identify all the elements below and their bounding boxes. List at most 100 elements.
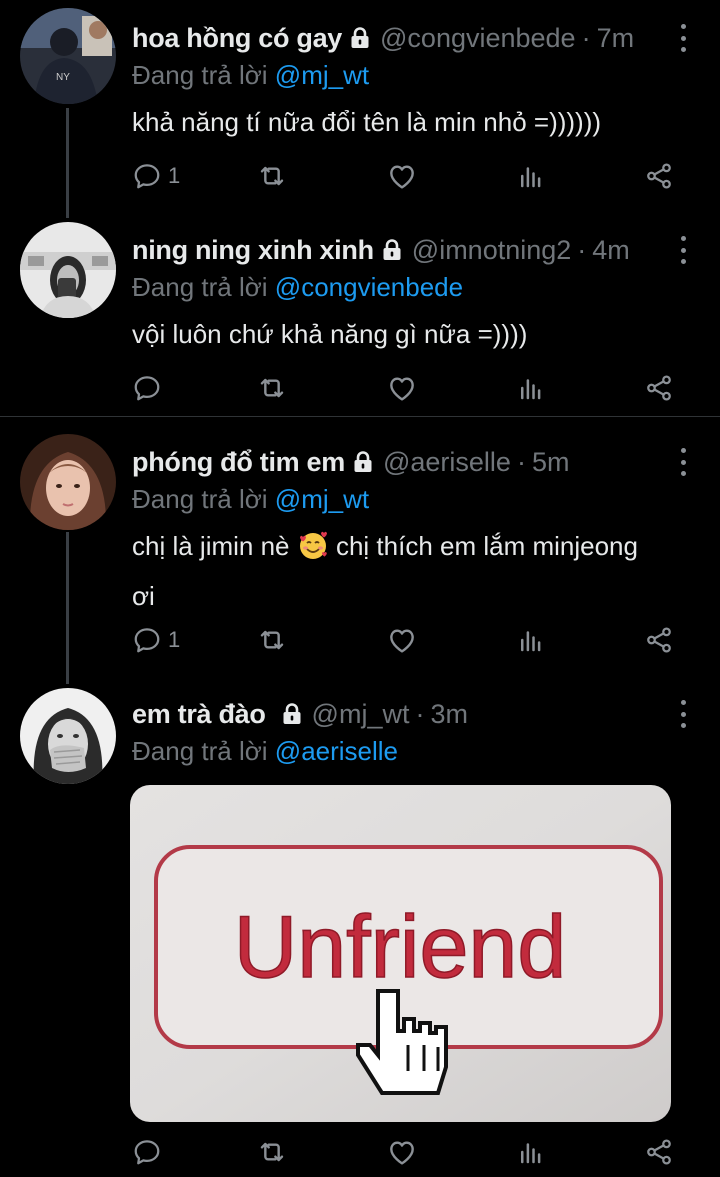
more-vertical-icon[interactable] — [678, 236, 688, 264]
analytics-button[interactable] — [516, 368, 546, 408]
tweet-actions — [0, 368, 720, 408]
heart-icon — [386, 160, 418, 192]
reply-button[interactable]: 1 — [132, 156, 180, 196]
reply-prefix: Đang trả lời — [132, 60, 268, 90]
share-icon — [644, 1137, 674, 1167]
smiling-face-with-hearts-emoji — [297, 529, 329, 574]
reply-count: 1 — [168, 627, 181, 652]
lock-icon — [351, 449, 375, 475]
reply-mention[interactable]: @aeriselle — [275, 736, 398, 766]
retweet-button[interactable] — [256, 368, 288, 408]
retweet-button[interactable] — [256, 620, 288, 660]
separator: · — [577, 234, 587, 265]
unfriend-text: Unfriend — [234, 897, 567, 996]
retweet-icon — [256, 160, 288, 192]
timestamp[interactable]: 7m — [597, 23, 635, 54]
retweet-icon — [256, 1136, 288, 1168]
tweet[interactable]: ning ning xinh xinh @imnotning2 · 4m Đan… — [0, 216, 720, 416]
avatar[interactable] — [20, 434, 116, 530]
timestamp[interactable]: 4m — [592, 235, 630, 266]
reply-icon — [132, 625, 162, 655]
like-button[interactable] — [386, 620, 418, 660]
tweet[interactable]: NY hoa hồng có gay @congvienbede · 7m Đa… — [0, 4, 720, 209]
reply-prefix: Đang trả lời — [132, 272, 268, 302]
retweet-button[interactable] — [256, 156, 288, 196]
display-name[interactable]: hoa hồng có gay — [132, 23, 342, 54]
heart-icon — [386, 624, 418, 656]
share-icon — [644, 373, 674, 403]
retweet-icon — [256, 372, 288, 404]
reply-context: Đang trả lời @mj_wt — [132, 484, 369, 515]
tweet-text: khả năng tí nữa đổi tên là min nhỏ =))))… — [132, 107, 602, 137]
analytics-button[interactable] — [516, 620, 546, 660]
share-button[interactable] — [644, 368, 674, 408]
analytics-icon — [516, 161, 546, 191]
avatar[interactable] — [20, 222, 116, 318]
avatar[interactable]: NY — [20, 8, 116, 104]
timestamp[interactable]: 3m — [430, 699, 468, 730]
lock-icon — [280, 701, 304, 727]
tweet-text-part: ơi — [132, 581, 155, 611]
tweet-actions — [0, 1132, 720, 1172]
heart-icon — [386, 1136, 418, 1168]
reply-button[interactable] — [132, 1132, 168, 1172]
like-button[interactable] — [386, 1132, 418, 1172]
separator: · — [415, 698, 425, 729]
more-vertical-icon[interactable] — [678, 24, 688, 52]
user-handle[interactable]: @congvienbede — [380, 23, 576, 54]
lock-icon — [348, 25, 372, 51]
reply-prefix: Đang trả lời — [132, 736, 268, 766]
divider — [0, 416, 720, 417]
share-button[interactable] — [644, 1132, 674, 1172]
reply-mention[interactable]: @mj_wt — [275, 60, 369, 90]
timestamp[interactable]: 5m — [532, 447, 570, 478]
analytics-button[interactable] — [516, 156, 546, 196]
share-button[interactable] — [644, 620, 674, 660]
retweet-button[interactable] — [256, 1132, 288, 1172]
reply-mention[interactable]: @congvienbede — [275, 272, 463, 302]
user-handle[interactable]: @imnotning2 — [412, 235, 572, 266]
reply-prefix: Đang trả lời — [132, 484, 268, 514]
tweet-header: phóng đổ tim em @aeriselle · 5m — [132, 442, 660, 482]
tweet-actions: 1 — [0, 156, 720, 196]
tweet[interactable]: phóng đổ tim em @aeriselle · 5m Đang trả… — [0, 428, 720, 676]
like-button[interactable] — [386, 368, 418, 408]
reply-context: Đang trả lời @congvienbede — [132, 272, 463, 303]
more-vertical-icon[interactable] — [678, 448, 688, 476]
reply-icon — [132, 373, 162, 403]
reply-button[interactable] — [132, 368, 168, 408]
lock-icon — [380, 237, 404, 263]
reply-icon — [132, 161, 162, 191]
avatar[interactable] — [20, 688, 116, 784]
tweet-text-part: chị thích em lắm minjeong — [328, 531, 638, 561]
separator: · — [581, 22, 591, 53]
share-button[interactable] — [644, 156, 674, 196]
reply-icon — [132, 1137, 162, 1167]
reply-button[interactable]: 1 — [132, 620, 180, 660]
analytics-icon — [516, 1137, 546, 1167]
display-name[interactable]: em trà đào — [132, 699, 266, 730]
display-name[interactable]: ning ning xinh xinh — [132, 235, 374, 266]
separator: · — [516, 446, 526, 477]
tweet-actions: 1 — [0, 620, 720, 660]
reply-context: Đang trả lời @aeriselle — [132, 736, 398, 767]
tweet-text-part: chị là jimin nè — [132, 531, 297, 561]
tweet-text: vội luôn chứ khả năng gì nữa =)))) — [132, 319, 528, 349]
analytics-button[interactable] — [516, 1132, 546, 1172]
reply-context: Đang trả lời @mj_wt — [132, 60, 369, 91]
analytics-icon — [516, 625, 546, 655]
like-button[interactable] — [386, 156, 418, 196]
retweet-icon — [256, 624, 288, 656]
more-vertical-icon[interactable] — [678, 700, 688, 728]
svg-text:NY: NY — [56, 72, 70, 83]
user-handle[interactable]: @aeriselle — [383, 447, 511, 478]
tweet-header: ning ning xinh xinh @imnotning2 · 4m — [132, 230, 660, 270]
tweet-header: em trà đào @mj_wt · 3m — [132, 694, 660, 734]
tweet-media-image[interactable]: Unfriend — [130, 785, 671, 1122]
reply-mention[interactable]: @mj_wt — [275, 484, 369, 514]
share-icon — [644, 161, 674, 191]
display-name[interactable]: phóng đổ tim em — [132, 447, 345, 478]
analytics-icon — [516, 373, 546, 403]
user-handle[interactable]: @mj_wt — [312, 699, 410, 730]
tweet-text: chị là jimin nè chị thích em lắm minjeon… — [132, 524, 696, 618]
